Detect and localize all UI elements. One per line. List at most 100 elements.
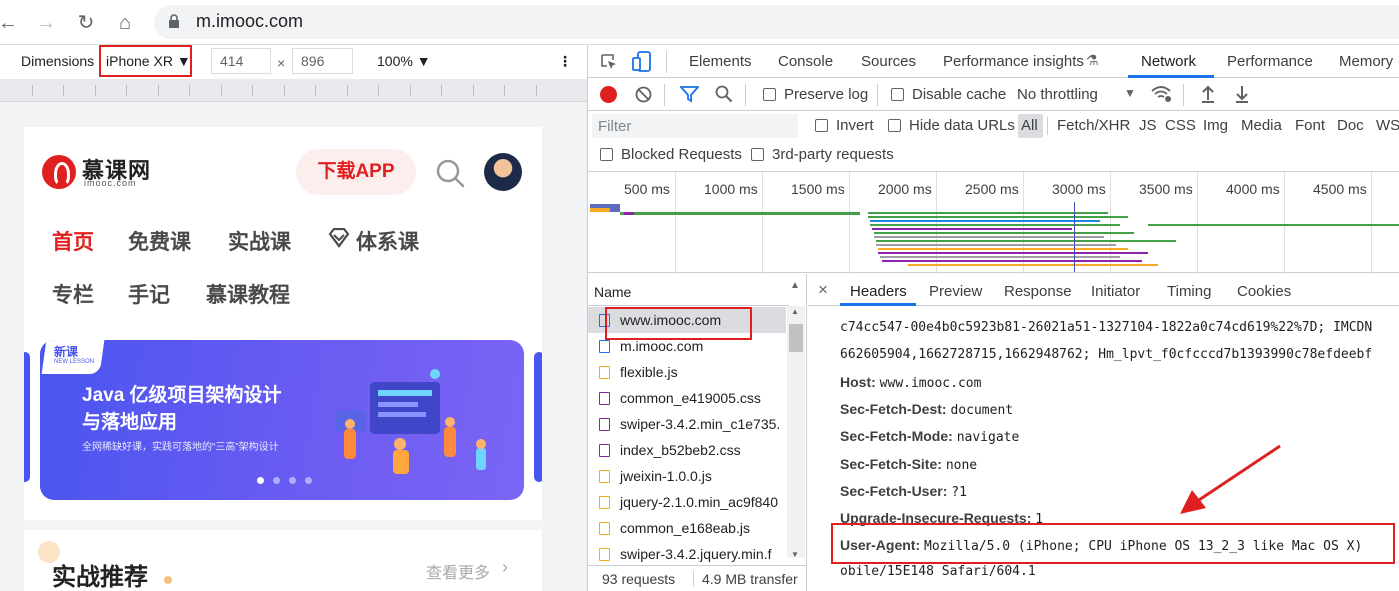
request-name[interactable]: index_b52beb2.css bbox=[620, 442, 741, 458]
chevron-right-icon[interactable]: › bbox=[502, 557, 508, 578]
tab-network[interactable]: Network bbox=[1141, 53, 1196, 70]
nav-system-courses[interactable]: 体系课 bbox=[356, 226, 419, 256]
url-text[interactable]: m.imooc.com bbox=[196, 11, 303, 32]
scroll-up-icon[interactable]: ▲ bbox=[791, 307, 799, 316]
filter-type-fetch-xhr[interactable]: Fetch/XHR bbox=[1057, 117, 1130, 134]
forward-icon[interactable]: → bbox=[32, 9, 60, 37]
preserve-log-checkbox[interactable] bbox=[763, 88, 776, 101]
device-toolbar-icon[interactable] bbox=[632, 51, 652, 73]
preserve-log-label[interactable]: Preserve log bbox=[784, 86, 868, 103]
zoom-select[interactable]: 100% ▼ bbox=[377, 53, 431, 69]
filter-type-css[interactable]: CSS bbox=[1165, 117, 1196, 134]
carousel-dot[interactable] bbox=[305, 477, 312, 484]
see-more-link[interactable]: 查看更多 bbox=[426, 559, 490, 583]
tab-initiator[interactable]: Initiator bbox=[1091, 283, 1140, 300]
name-column-header[interactable]: Name bbox=[588, 274, 789, 306]
tab-headers[interactable]: Headers bbox=[850, 283, 907, 300]
throttling-select[interactable]: No throttling bbox=[1017, 86, 1098, 103]
tab-performance[interactable]: Performance bbox=[1227, 53, 1313, 70]
export-har-icon[interactable] bbox=[1234, 84, 1250, 104]
filter-icon[interactable] bbox=[680, 85, 699, 103]
request-name[interactable]: common_e419005.css bbox=[620, 390, 761, 406]
request-row[interactable]: jquery-2.1.0.min_ac9f840 bbox=[588, 489, 786, 515]
carousel-dot-active[interactable] bbox=[257, 477, 264, 484]
more-options-icon[interactable]: ⋮ bbox=[558, 53, 572, 70]
filter-type-all[interactable]: All bbox=[1021, 117, 1038, 134]
sort-up-icon[interactable]: ▲ bbox=[790, 280, 800, 291]
nav-free-courses[interactable]: 免费课 bbox=[128, 226, 191, 256]
record-icon[interactable] bbox=[600, 86, 617, 103]
request-row[interactable]: index_b52beb2.css bbox=[588, 437, 786, 463]
network-overview-timeline[interactable]: 500 ms 1000 ms 1500 ms 2000 ms 2500 ms 3… bbox=[588, 172, 1399, 273]
back-icon[interactable]: ← bbox=[0, 9, 22, 37]
request-name[interactable]: flexible.js bbox=[620, 364, 678, 380]
carousel-dot[interactable] bbox=[289, 477, 296, 484]
tab-sources[interactable]: Sources bbox=[861, 53, 916, 70]
disable-cache-checkbox[interactable] bbox=[891, 88, 904, 101]
nav-practical-courses[interactable]: 实战课 bbox=[228, 226, 291, 256]
invert-label[interactable]: Invert bbox=[836, 117, 874, 134]
hide-data-urls-checkbox[interactable] bbox=[888, 119, 901, 132]
nav-tutorials[interactable]: 慕课教程 bbox=[206, 279, 290, 309]
tab-performance-insights[interactable]: Performance insights bbox=[943, 53, 1084, 70]
home-icon[interactable]: ⌂ bbox=[111, 9, 139, 37]
tab-preview[interactable]: Preview bbox=[929, 283, 982, 300]
request-row[interactable]: swiper-3.4.2.min_c1e735. bbox=[588, 411, 786, 437]
nav-column[interactable]: 专栏 bbox=[52, 279, 94, 309]
address-bar[interactable]: m.imooc.com bbox=[154, 5, 1399, 39]
request-row[interactable]: flexible.js bbox=[588, 359, 786, 385]
course-banner[interactable]: 新课 NEW LESSON Java 亿级项目架构设计 与落地应用 全网稀缺好课… bbox=[40, 340, 524, 500]
filter-type-ws[interactable]: WS bbox=[1376, 117, 1399, 134]
request-row[interactable]: common_e419005.css bbox=[588, 385, 786, 411]
network-conditions-icon[interactable] bbox=[1151, 85, 1173, 103]
avatar[interactable] bbox=[484, 153, 522, 191]
filter-input[interactable]: Filter bbox=[592, 114, 798, 138]
filter-type-font[interactable]: Font bbox=[1295, 117, 1325, 134]
filter-type-doc[interactable]: Doc bbox=[1337, 117, 1364, 134]
request-row[interactable]: common_e168eab.js bbox=[588, 515, 786, 541]
filter-type-img[interactable]: Img bbox=[1203, 117, 1228, 134]
tab-timing[interactable]: Timing bbox=[1167, 283, 1211, 300]
search-icon[interactable] bbox=[715, 85, 733, 103]
tab-response[interactable]: Response bbox=[1004, 283, 1072, 300]
tab-console[interactable]: Console bbox=[778, 53, 833, 70]
request-name[interactable]: swiper-3.4.2.jquery.min.f bbox=[620, 546, 771, 562]
request-name[interactable]: swiper-3.4.2.min_c1e735. bbox=[620, 416, 780, 432]
filter-type-js[interactable]: JS bbox=[1139, 117, 1157, 134]
request-list-scrollbar[interactable] bbox=[787, 306, 805, 558]
blocked-requests-label[interactable]: Blocked Requests bbox=[621, 146, 742, 163]
tab-elements[interactable]: Elements bbox=[689, 53, 752, 70]
imooc-logo-icon[interactable] bbox=[42, 155, 76, 189]
height-input[interactable]: 896 bbox=[292, 48, 353, 74]
nav-home[interactable]: 首页 bbox=[52, 226, 94, 256]
download-app-button[interactable]: 下载APP bbox=[296, 149, 416, 195]
request-name[interactable]: jweixin-1.0.0.js bbox=[620, 468, 712, 484]
import-har-icon[interactable] bbox=[1200, 84, 1216, 104]
request-name[interactable]: jquery-2.1.0.min_ac9f840 bbox=[620, 494, 778, 510]
request-row[interactable]: jweixin-1.0.0.js bbox=[588, 463, 786, 489]
search-icon[interactable] bbox=[434, 157, 466, 189]
inspect-element-icon[interactable] bbox=[600, 53, 618, 71]
close-icon[interactable]: × bbox=[818, 280, 828, 300]
invert-checkbox[interactable] bbox=[815, 119, 828, 132]
third-party-label[interactable]: 3rd-party requests bbox=[772, 146, 894, 163]
reload-icon[interactable]: ↻ bbox=[72, 9, 100, 37]
nav-notes[interactable]: 手记 bbox=[128, 279, 170, 309]
tab-cookies[interactable]: Cookies bbox=[1237, 283, 1291, 300]
filter-type-media[interactable]: Media bbox=[1241, 117, 1282, 134]
width-input[interactable]: 414 bbox=[211, 48, 271, 74]
scrollbar-thumb[interactable] bbox=[789, 324, 803, 352]
scroll-down-icon[interactable]: ▼ bbox=[791, 550, 799, 559]
hide-data-urls-label[interactable]: Hide data URLs bbox=[909, 117, 1015, 134]
filter-placeholder[interactable]: Filter bbox=[598, 118, 631, 135]
request-name[interactable]: m.imooc.com bbox=[620, 338, 703, 354]
blocked-requests-checkbox[interactable] bbox=[600, 148, 613, 161]
carousel-dot[interactable] bbox=[273, 477, 280, 484]
third-party-checkbox[interactable] bbox=[751, 148, 764, 161]
request-name[interactable]: common_e168eab.js bbox=[620, 520, 750, 536]
disable-cache-label[interactable]: Disable cache bbox=[912, 86, 1006, 103]
tab-memory[interactable]: Memory bbox=[1339, 53, 1393, 70]
throttling-dropdown-icon[interactable]: ▼ bbox=[1124, 86, 1136, 100]
clear-icon[interactable] bbox=[635, 86, 652, 103]
request-row[interactable]: swiper-3.4.2.jquery.min.f bbox=[588, 541, 786, 567]
